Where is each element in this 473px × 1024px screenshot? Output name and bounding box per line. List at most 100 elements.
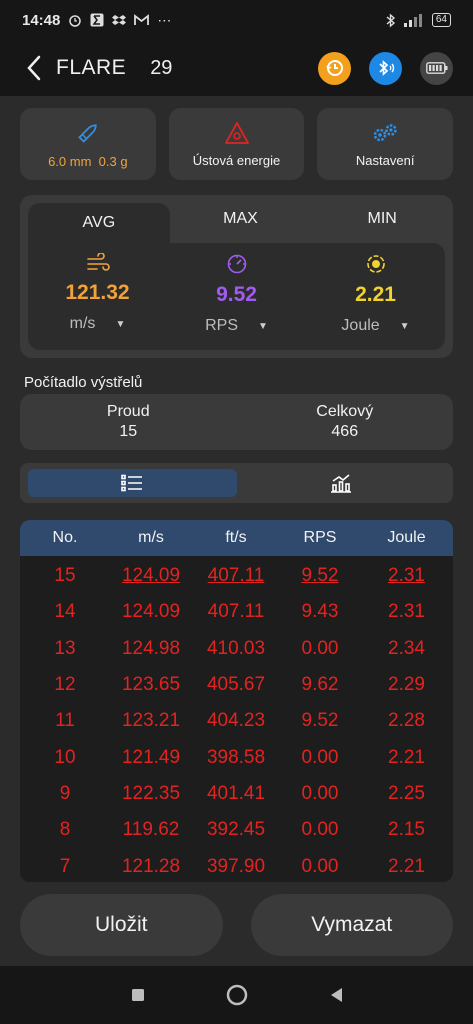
muzzle-energy-tile[interactable]: Ústová energie (168, 108, 305, 180)
settings-tile[interactable]: Nastavení (317, 108, 454, 180)
tab-avg[interactable]: AVG (28, 203, 170, 243)
table-row[interactable]: 7 121.28 397.90 0.00 2.21 (20, 848, 453, 882)
cell-no: 11 (55, 710, 75, 732)
tab-min[interactable]: MIN (311, 195, 453, 243)
column-header-rps[interactable]: RPS (280, 529, 360, 547)
gmail-icon (134, 14, 150, 25)
column-header-mps[interactable]: m/s (110, 529, 192, 547)
cell-joule: 2.21 (388, 746, 425, 768)
signal-icon (403, 13, 422, 27)
history-button[interactable] (318, 51, 351, 85)
cell-mps: 122.35 (121, 782, 181, 804)
cell-rps: 9.52 (301, 710, 339, 732)
cell-fps: 410.03 (206, 637, 266, 659)
cell-rps: 9.62 (301, 674, 339, 696)
column-header-joule[interactable]: Joule (360, 529, 453, 547)
cell-joule: 2.31 (388, 565, 425, 587)
cell-fps: 404.23 (206, 710, 266, 732)
dropbox-icon (112, 15, 127, 25)
bluetooth-button[interactable] (369, 51, 402, 85)
bluetooth-icon (378, 60, 394, 76)
cell-no: 8 (59, 819, 71, 841)
table-row[interactable]: 10 121.49 398.58 0.00 2.21 (20, 739, 453, 775)
bluetooth-status-icon (386, 12, 395, 28)
cell-joule: 2.21 (388, 855, 425, 877)
velocity-unit: m/s (69, 315, 96, 332)
cell-mps: 121.28 (121, 855, 181, 877)
status-notification-icons: ⋯ (68, 12, 171, 29)
ammo-tile[interactable]: 6.0 mm 0.3 g (20, 108, 156, 180)
rps-unit: RPS (205, 317, 238, 334)
table-row[interactable]: 14 124.09 407.11 9.43 2.31 (20, 594, 453, 630)
energy-value: 2.21 (355, 283, 396, 306)
current-count-label: Proud (106, 403, 150, 420)
cell-mps: 124.98 (121, 637, 181, 659)
cell-rps: 0.00 (301, 782, 339, 804)
tab-max[interactable]: MAX (170, 195, 312, 243)
cell-no: 14 (54, 601, 76, 623)
app-bar: FLARE 29 (0, 40, 473, 96)
weight-label: 0.3 g (98, 153, 128, 169)
chart-view-button[interactable] (237, 469, 446, 497)
warning-triangle-icon (224, 121, 249, 144)
action-buttons: Uložit Vymazat (20, 894, 453, 956)
bullet-icon (78, 123, 97, 143)
table-row[interactable]: 9 122.35 401.41 0.00 2.25 (20, 776, 453, 812)
table-row[interactable]: 12 123.65 405.67 9.62 2.29 (20, 667, 453, 703)
cell-rps: 0.00 (301, 746, 339, 768)
cell-joule: 2.31 (388, 601, 425, 623)
table-row[interactable]: 15 124.09 407.11 9.52 2.31 (20, 558, 453, 594)
table-body: 15 124.09 407.11 9.52 2.31 14 124.09 407… (20, 556, 453, 882)
table-row[interactable]: 8 119.62 392.45 0.00 2.15 (20, 812, 453, 848)
cell-rps: 0.00 (301, 637, 339, 659)
back-button[interactable] (20, 50, 48, 86)
cell-mps: 123.21 (121, 710, 181, 732)
cell-mps: 124.09 (121, 601, 181, 623)
table-header: No. m/s ft/s RPS Joule (20, 520, 453, 556)
cell-fps: 397.90 (206, 855, 266, 877)
rps-stat: 9.52 RPS ▼ (167, 243, 306, 350)
save-button[interactable]: Uložit (20, 894, 223, 956)
list-view-button[interactable] (28, 469, 237, 497)
home-button[interactable] (226, 984, 248, 1006)
table-row[interactable]: 13 124.98 410.03 0.00 2.34 (20, 631, 453, 667)
device-count: 29 (150, 56, 173, 79)
device-battery-button[interactable] (420, 51, 453, 85)
cell-rps: 9.52 (301, 565, 339, 587)
column-header-no[interactable]: No. (20, 529, 110, 547)
bar-chart-icon (330, 474, 351, 493)
cell-joule: 2.28 (388, 710, 425, 732)
alarm-icon (69, 15, 82, 27)
cell-joule: 2.34 (388, 637, 425, 659)
clear-button[interactable]: Vymazat (250, 894, 453, 956)
caret-down-icon: ▼ (115, 318, 126, 330)
cell-no: 10 (54, 746, 76, 768)
cell-mps: 121.49 (121, 746, 181, 768)
cell-no: 13 (54, 637, 76, 659)
column-header-fps[interactable]: ft/s (192, 529, 280, 547)
velocity-unit-dropdown[interactable]: m/s ▼ (70, 315, 126, 333)
cell-no: 15 (54, 565, 76, 587)
table-row[interactable]: 11 123.21 404.23 9.52 2.28 (20, 703, 453, 739)
cell-fps: 401.41 (206, 782, 266, 804)
muzzle-energy-label: Ústová energie (192, 152, 281, 168)
gears-icon (373, 123, 397, 141)
quick-tiles: 6.0 mm 0.3 g Ústová energie Nastavení (20, 108, 454, 180)
total-count-label: Celkový (316, 403, 374, 420)
stats-panel: 121.32 m/s ▼ 9.52 RPS ▼ 2.21 Joule ▼ (28, 243, 445, 350)
back-nav-button[interactable] (329, 987, 343, 1003)
energy-unit-dropdown[interactable]: Joule ▼ (341, 317, 409, 335)
cell-fps: 392.45 (206, 819, 266, 841)
recents-button[interactable] (131, 988, 145, 1002)
system-nav-bar (0, 966, 473, 1024)
total-count: Celkový 466 (237, 394, 454, 450)
rps-unit-dropdown[interactable]: RPS ▼ (205, 317, 268, 335)
more-notifications-icon: ⋯ (157, 11, 172, 28)
velocity-stat: 121.32 m/s ▼ (28, 243, 167, 350)
current-count-value: 15 (119, 423, 138, 440)
caret-down-icon: ▼ (399, 320, 410, 332)
cell-mps: 123.65 (121, 674, 181, 696)
cell-no: 7 (59, 855, 71, 877)
rps-value: 9.52 (216, 283, 257, 306)
shot-counter-label: Počítadlo výstřelů (24, 374, 143, 391)
